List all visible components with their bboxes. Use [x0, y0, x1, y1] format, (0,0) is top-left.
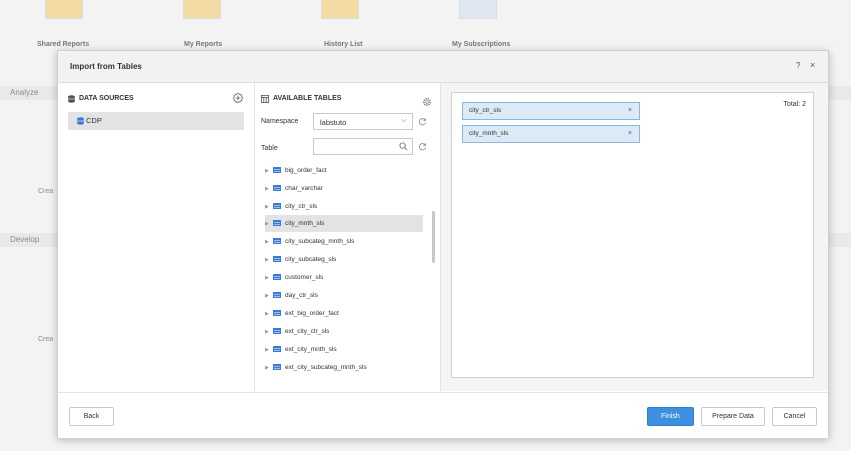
expand-icon[interactable]: ▶ [265, 288, 273, 305]
table-icon [273, 328, 281, 335]
table-columns-icon [261, 95, 269, 103]
gear-icon[interactable] [422, 97, 432, 107]
bg-tile-label: My Subscriptions [452, 41, 511, 48]
table-icon [273, 364, 281, 371]
bg-tile-label: Shared Reports [37, 41, 90, 48]
table-label: Table [261, 145, 278, 152]
table-row[interactable]: ▶ ext_big_order_fact [265, 305, 423, 322]
bg-tile-history-list-icon[interactable] [321, 0, 359, 19]
namespace-value: labstuto [320, 118, 347, 127]
table-list-scrollbar[interactable] [432, 211, 435, 263]
data-source-item-cdp[interactable]: CDP [68, 112, 244, 130]
remove-icon[interactable]: × [628, 103, 632, 119]
back-button[interactable]: Back [69, 407, 114, 426]
bg-create-label: Crea [38, 188, 54, 195]
selected-table-name: city_mnth_sls [469, 130, 509, 137]
dialog-header: Import from Tables ? × [58, 51, 828, 83]
plus-circle-icon[interactable] [233, 93, 243, 103]
table-name: city_subcateg_sls [285, 256, 337, 263]
remove-icon[interactable]: × [628, 126, 632, 142]
expand-icon[interactable]: ▶ [265, 163, 273, 180]
table-icon [273, 167, 281, 174]
table-row[interactable]: ▶ city_subcateg_mnth_sls [265, 233, 423, 250]
table-icon [273, 185, 281, 192]
table-name: ext_city_subcateg_mnth_sls [285, 364, 367, 371]
table-name: city_mnth_sls [285, 220, 325, 227]
expand-icon[interactable]: ▶ [265, 199, 273, 216]
selected-tables-panel: Total: 2 city_ctr_sls × city_mnth_sls × [441, 83, 828, 391]
expand-icon[interactable]: ▶ [265, 181, 273, 198]
refresh-icon[interactable] [418, 142, 427, 151]
cancel-button[interactable]: Cancel [772, 407, 817, 426]
table-row[interactable]: ▶ day_ctr_sls [265, 287, 423, 304]
data-source-label: CDP [86, 116, 102, 125]
namespace-select[interactable]: labstuto ⌵ [313, 113, 413, 130]
namespace-label: Namespace [261, 118, 299, 125]
dialog-footer: Back Finish Prepare Data Cancel [58, 392, 828, 438]
table-icon [273, 274, 281, 281]
finish-button[interactable]: Finish [647, 407, 694, 426]
expand-icon[interactable]: ▶ [265, 234, 273, 251]
bg-tile-label: History List [324, 41, 363, 48]
data-sources-panel: DATA SOURCES CDP [58, 83, 255, 391]
table-name: char_varchar [285, 185, 323, 192]
table-search-input[interactable] [313, 138, 413, 155]
bg-tile-shared-reports-icon[interactable] [45, 0, 83, 19]
data-sources-title: DATA SOURCES [79, 95, 134, 102]
table-row[interactable]: ▶ ext_city_ctr_sls [265, 323, 423, 340]
table-row-selected[interactable]: ▶ city_mnth_sls [265, 215, 423, 232]
table-icon [273, 292, 281, 299]
expand-icon[interactable]: ▶ [265, 252, 273, 269]
table-icon [273, 346, 281, 353]
prepare-data-button[interactable]: Prepare Data [701, 407, 765, 426]
table-name: ext_city_ctr_sls [285, 328, 330, 335]
table-name: city_subcateg_mnth_sls [285, 238, 355, 245]
table-icon [273, 203, 281, 210]
import-from-tables-dialog: Import from Tables ? × DATA SOURCES CDP [57, 50, 829, 438]
bg-tile-my-subscriptions-icon[interactable] [459, 0, 497, 19]
expand-icon[interactable]: ▶ [265, 360, 273, 377]
table-icon [273, 220, 281, 227]
table-name: ext_city_mnth_sls [285, 346, 337, 353]
selected-table-name: city_ctr_sls [469, 107, 502, 114]
expand-icon[interactable]: ▶ [265, 324, 273, 341]
table-name: customer_sls [285, 274, 324, 281]
table-icon [273, 310, 281, 317]
chevron-down-icon: ⌵ [401, 117, 407, 124]
help-icon[interactable]: ? [796, 61, 800, 70]
refresh-icon[interactable] [418, 117, 427, 126]
expand-icon[interactable]: ▶ [265, 270, 273, 287]
expand-icon[interactable]: ▶ [265, 306, 273, 323]
available-tables-title: AVAILABLE TABLES [273, 95, 342, 102]
table-row[interactable]: ▶ city_ctr_sls [265, 198, 423, 215]
table-row[interactable]: ▶ customer_sls [265, 269, 423, 286]
selected-total: Total: 2 [783, 101, 806, 108]
bg-tile-label: My Reports [184, 41, 223, 48]
selected-table-chip: city_ctr_sls × [462, 102, 640, 120]
database-icon [77, 117, 84, 125]
table-row[interactable]: ▶ char_varchar [265, 180, 423, 197]
available-tables-panel: AVAILABLE TABLES Namespace labstuto ⌵ Ta… [255, 83, 441, 391]
selected-table-chip: city_mnth_sls × [462, 125, 640, 143]
table-name: big_order_fact [285, 167, 327, 174]
bg-tile-my-reports-icon[interactable] [183, 0, 221, 19]
table-row[interactable]: ▶ ext_city_mnth_sls [265, 341, 423, 358]
selected-tables-box: Total: 2 city_ctr_sls × city_mnth_sls × [451, 92, 814, 378]
table-name: ext_big_order_fact [285, 310, 339, 317]
search-icon [399, 142, 408, 151]
close-icon[interactable]: × [810, 60, 815, 70]
expand-icon[interactable]: ▶ [265, 342, 273, 359]
expand-icon[interactable]: ▶ [265, 216, 273, 233]
table-name: city_ctr_sls [285, 203, 318, 210]
table-row[interactable]: ▶ ext_city_subcateg_mnth_sls [265, 359, 423, 376]
database-icon [68, 95, 75, 103]
table-row[interactable]: ▶ city_subcateg_sls [265, 251, 423, 268]
table-icon [273, 238, 281, 245]
bg-create-label: Crea [38, 336, 54, 343]
table-name: day_ctr_sls [285, 292, 318, 299]
table-row[interactable]: ▶ big_order_fact [265, 162, 423, 179]
dialog-title: Import from Tables [70, 62, 142, 71]
table-icon [273, 256, 281, 263]
